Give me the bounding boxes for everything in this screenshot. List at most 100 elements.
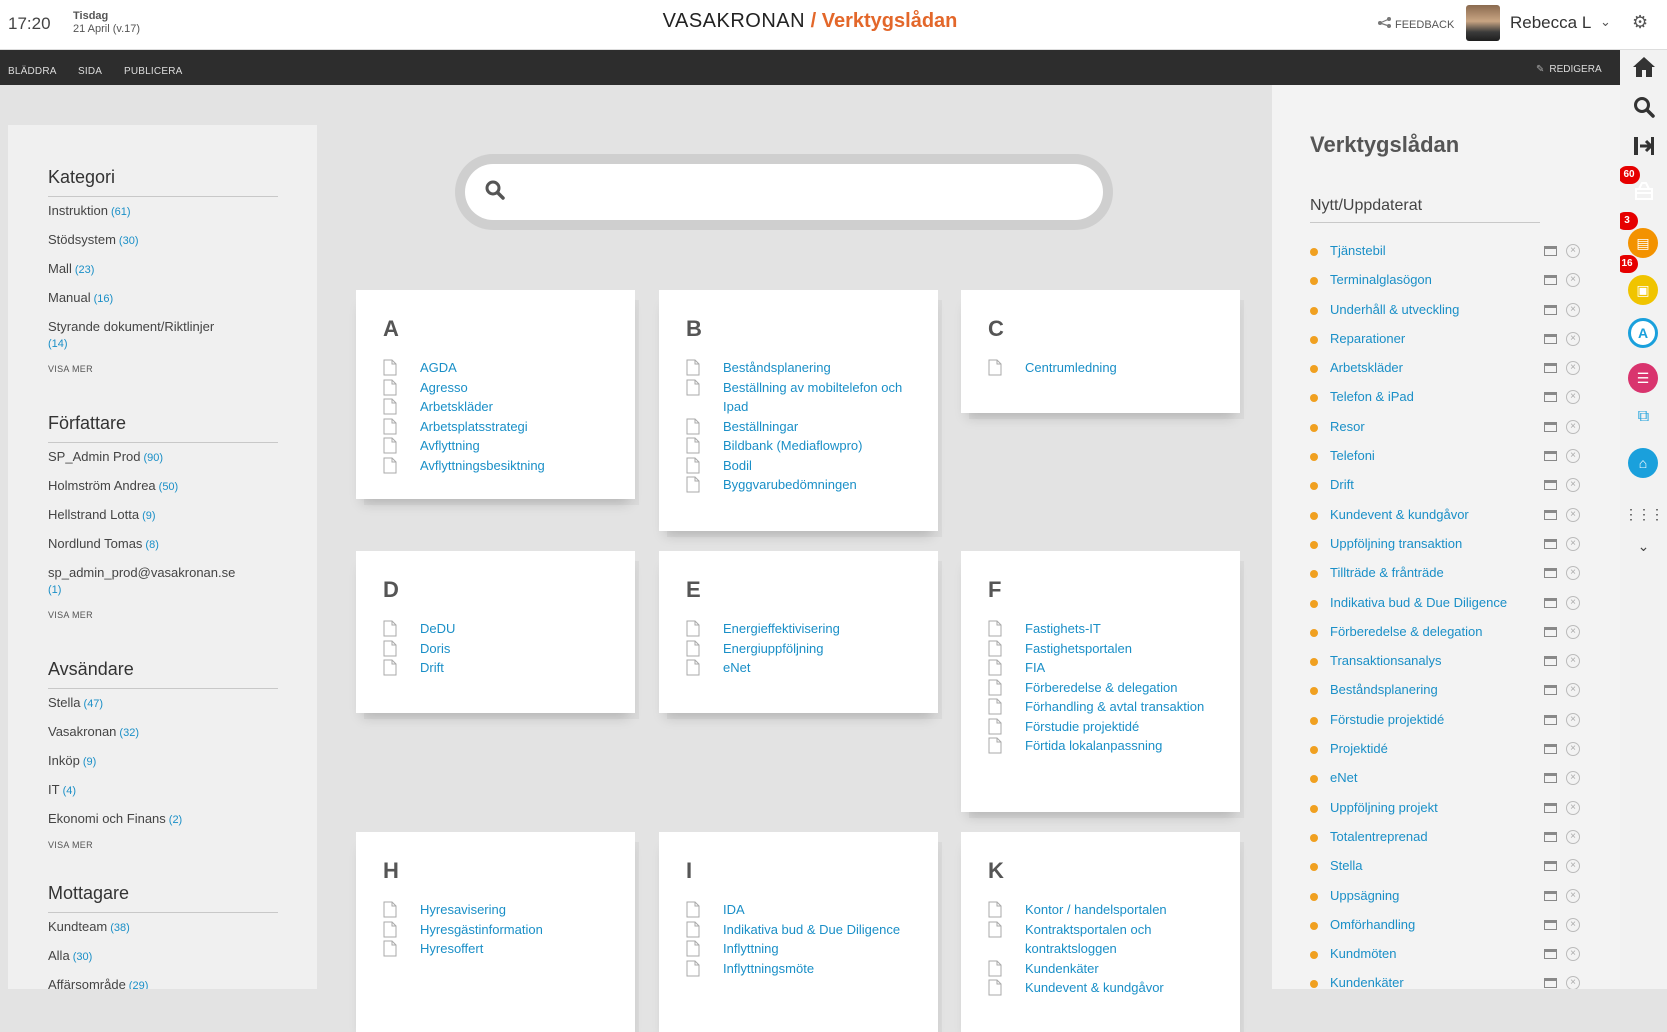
close-icon[interactable]: × (1566, 829, 1580, 844)
open-window-icon[interactable] (1544, 333, 1557, 344)
open-window-icon[interactable] (1544, 802, 1557, 813)
filter-item[interactable]: Ekonomi och Finans (2) (48, 811, 278, 828)
close-icon[interactable]: × (1566, 712, 1580, 727)
updated-item[interactable]: Projektidé × (1308, 741, 1580, 770)
intranet-home-icon[interactable]: ⌂ (1628, 448, 1658, 478)
updated-item[interactable]: Telefon & iPad × (1308, 389, 1580, 418)
open-window-icon[interactable] (1544, 890, 1557, 901)
updated-item[interactable]: Beståndsplanering × (1308, 682, 1580, 711)
updated-item[interactable]: Uppföljning transaktion × (1308, 536, 1580, 565)
close-icon[interactable]: × (1566, 771, 1580, 786)
cmd-publish[interactable]: PUBLICERA (124, 66, 183, 77)
close-icon[interactable]: × (1566, 419, 1580, 434)
home-icon[interactable] (1620, 56, 1667, 84)
document-link[interactable]: Hyresavisering (383, 900, 621, 920)
close-icon[interactable]: × (1566, 683, 1580, 698)
document-link[interactable]: Hyresgästinformation (383, 920, 621, 940)
filter-item[interactable]: Affärsområde (29) (48, 977, 278, 989)
document-link[interactable]: Inflyttningsmöte (686, 959, 924, 979)
updated-item[interactable]: Uppföljning projekt × (1308, 800, 1580, 829)
open-window-icon[interactable] (1544, 451, 1557, 462)
filter-item[interactable]: Vasakronan (32) (48, 724, 278, 741)
filter-item[interactable]: sp_admin_prod@vasakronan.se (1) (48, 565, 278, 598)
document-link[interactable]: FIA (988, 658, 1226, 678)
document-link[interactable]: eNet (686, 658, 924, 678)
open-window-icon[interactable] (1544, 597, 1557, 608)
updated-item[interactable]: Omförhandling × (1308, 917, 1580, 946)
close-icon[interactable]: × (1566, 507, 1580, 522)
filter-item[interactable]: Instruktion (61) (48, 203, 278, 220)
open-window-icon[interactable] (1544, 744, 1557, 755)
updated-item-label[interactable]: Tjänstebil (1330, 243, 1386, 258)
open-window-icon[interactable] (1544, 626, 1557, 637)
document-link[interactable]: Bodil (686, 456, 924, 476)
updated-item[interactable]: Tjänstebil × (1308, 243, 1580, 272)
updated-item-label[interactable]: Förberedelse & delegation (1330, 624, 1483, 639)
brand-name[interactable]: VASAKRONAN (663, 10, 805, 32)
updated-item-label[interactable]: Transaktionsanalys (1330, 653, 1442, 668)
close-icon[interactable]: × (1566, 566, 1580, 581)
close-icon[interactable]: × (1566, 361, 1580, 376)
checklist-icon[interactable]: ☰ (1628, 363, 1658, 393)
feedback-button[interactable]: FEEDBACK (1378, 17, 1454, 31)
updated-item-label[interactable]: Totalentreprenad (1330, 829, 1428, 844)
updated-item-label[interactable]: Kundmöten (1330, 946, 1397, 961)
edit-button[interactable]: ✎ REDIGERA (1536, 64, 1602, 75)
filter-item[interactable]: Stella (47) (48, 695, 278, 712)
updated-item-label[interactable]: Underhåll & utveckling (1330, 302, 1459, 317)
updated-item-label[interactable]: Uppföljning transaktion (1330, 536, 1462, 551)
document-link[interactable]: Avflyttning (383, 436, 621, 456)
open-window-icon[interactable] (1544, 919, 1557, 930)
document-link[interactable]: Bildbank (Mediaflowpro) (686, 436, 924, 456)
user-name[interactable]: Rebecca L (1510, 13, 1591, 33)
document-link[interactable]: Förtida lokalanpassning (988, 736, 1226, 756)
close-icon[interactable]: × (1566, 536, 1580, 551)
close-icon[interactable]: × (1566, 478, 1580, 493)
updated-item-label[interactable]: Tillträde & frånträde (1330, 565, 1444, 580)
filter-item[interactable]: Kundteam (38) (48, 919, 278, 936)
document-link[interactable]: Inflyttning (686, 939, 924, 959)
updated-item[interactable]: Förberedelse & delegation × (1308, 624, 1580, 653)
cmd-browse[interactable]: BLÄDDRA (8, 66, 57, 77)
close-icon[interactable]: × (1566, 390, 1580, 405)
updated-item[interactable]: Kundevent & kundgåvor × (1308, 507, 1580, 536)
document-link[interactable]: Arbetsplatsstrategi (383, 417, 621, 437)
show-more-link[interactable]: VISA MER (48, 364, 278, 374)
close-icon[interactable]: × (1566, 595, 1580, 610)
open-window-icon[interactable] (1544, 538, 1557, 549)
updated-item-label[interactable]: Omförhandling (1330, 917, 1415, 932)
updated-item-label[interactable]: Telefon & iPad (1330, 389, 1414, 404)
updated-item-label[interactable]: Reparationer (1330, 331, 1405, 346)
close-icon[interactable]: × (1566, 244, 1580, 258)
document-link[interactable]: Fastighetsportalen (988, 639, 1226, 659)
document-link[interactable]: Drift (383, 658, 621, 678)
updated-item-label[interactable]: Uppföljning projekt (1330, 800, 1438, 815)
document-link[interactable]: Kundenkäter (988, 959, 1226, 979)
filter-item[interactable]: Alla (30) (48, 948, 278, 965)
document-link[interactable]: Beställning av mobiltelefon och Ipad (686, 378, 924, 417)
close-icon[interactable]: × (1566, 917, 1580, 932)
close-icon[interactable]: × (1566, 888, 1580, 903)
filter-item[interactable]: Nordlund Tomas (8) (48, 536, 278, 553)
open-window-icon[interactable] (1544, 656, 1557, 667)
updated-item[interactable]: Terminalglasögon × (1308, 272, 1580, 301)
document-link[interactable]: Centrumledning (988, 358, 1226, 378)
open-window-icon[interactable] (1544, 949, 1557, 960)
filter-item[interactable]: Mall (23) (48, 261, 278, 278)
open-window-icon[interactable] (1544, 304, 1557, 315)
updated-item[interactable]: Drift × (1308, 477, 1580, 506)
open-window-icon[interactable] (1544, 861, 1557, 872)
toolbox-icon[interactable] (1620, 181, 1667, 207)
updated-item[interactable]: Reparationer × (1308, 331, 1580, 360)
updated-item-label[interactable]: Kundenkäter (1330, 975, 1404, 989)
updated-item-label[interactable]: Projektidé (1330, 741, 1388, 756)
updated-item[interactable]: Telefoni × (1308, 448, 1580, 477)
updated-item-label[interactable]: Förstudie projektidé (1330, 712, 1444, 727)
document-link[interactable]: IDA (686, 900, 924, 920)
open-window-icon[interactable] (1544, 685, 1557, 696)
document-link[interactable]: Indikativa bud & Due Diligence (686, 920, 924, 940)
filter-item[interactable]: Styrande dokument/Riktlinjer (14) (48, 319, 278, 352)
filter-item[interactable]: IT (4) (48, 782, 278, 799)
updated-item-label[interactable]: Telefoni (1330, 448, 1375, 463)
gear-icon[interactable]: ⚙ (1632, 12, 1648, 33)
